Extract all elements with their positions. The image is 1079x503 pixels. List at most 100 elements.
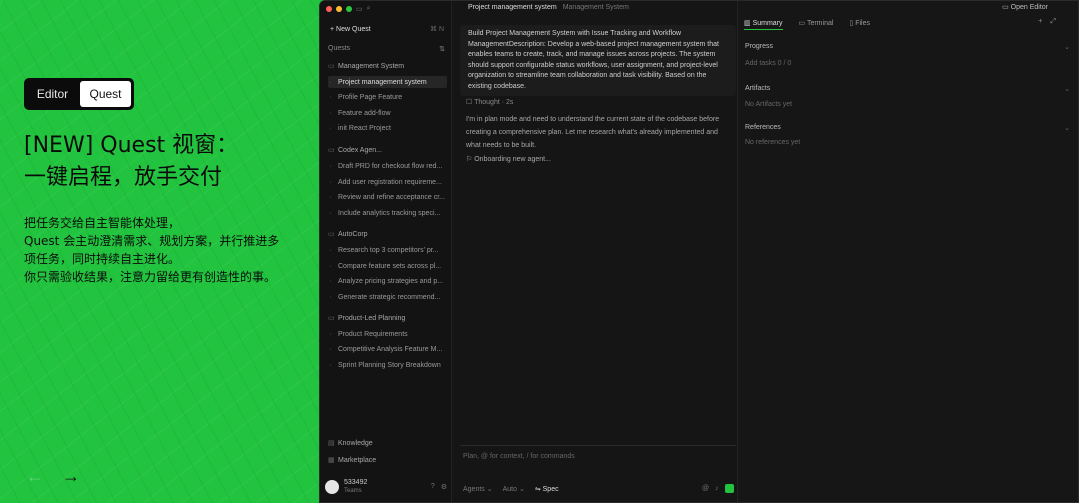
- user-profile[interactable]: 533492 Teams ? ⚙: [325, 477, 447, 497]
- sidebar-item[interactable]: · Project management system: [328, 76, 447, 88]
- sidebar-item[interactable]: · Competitive Analysis Feature M...: [328, 343, 447, 355]
- window-icon: ▭: [1002, 4, 1011, 11]
- sidebar-item-label: AutoCorp: [338, 230, 368, 238]
- mic-icon[interactable]: ♪: [715, 485, 719, 492]
- headline-line-2: 一键启程，放手交付: [24, 165, 223, 190]
- agents-dropdown[interactable]: Agents ⌄: [463, 485, 493, 493]
- sidebar-item[interactable]: · Include analytics tracking speci...: [328, 207, 447, 219]
- attach-icon[interactable]: @: [702, 485, 709, 492]
- model-dropdown[interactable]: Auto ⌄: [503, 485, 525, 493]
- add-tab-icon[interactable]: +: [1038, 18, 1042, 26]
- sidebar-item[interactable]: · Add user registration requireme...: [328, 176, 447, 188]
- sidebar-item[interactable]: · Sprint Planning Story Breakdown: [328, 359, 447, 371]
- onboarding-label: Onboarding new agent...: [474, 156, 551, 163]
- avatar: [325, 480, 339, 494]
- description-line: 把任务交给自主智能体处理，: [24, 216, 181, 230]
- sidebar-item-label: Profile Page Feature: [338, 93, 403, 101]
- zoom-dot-icon[interactable]: [346, 6, 352, 12]
- description-line: 你只需验收结果，注意力留给更有创造性的事。: [24, 270, 277, 284]
- carousel-nav: ← →: [26, 466, 80, 487]
- bullet-icon: ·: [329, 361, 332, 369]
- tab-actions: + ⤢: [1038, 18, 1056, 26]
- sort-icon[interactable]: ⇅: [439, 45, 445, 53]
- minimize-dot-icon[interactable]: [336, 6, 342, 12]
- bullet-icon: ·: [329, 193, 332, 201]
- references-status: No references yet: [745, 139, 801, 146]
- sidebar-item-label: Feature add-flow: [338, 109, 391, 117]
- folder-icon: ▭: [328, 63, 335, 70]
- terminal-icon: ▭: [798, 20, 807, 27]
- editor-toggle-button[interactable]: Editor: [27, 81, 78, 107]
- sidebar-item-label: init React Project: [338, 124, 391, 132]
- artifacts-section[interactable]: Artifacts ⌄: [745, 85, 1070, 93]
- prev-arrow-icon[interactable]: ←: [26, 466, 44, 487]
- chevron-down-icon: ⌄: [1064, 44, 1070, 51]
- sidebar-item[interactable]: · Review and refine acceptance cr...: [328, 191, 447, 203]
- window-controls: ▭ ⌕: [326, 5, 371, 13]
- sidebar-item[interactable]: · Analyze pricing strategies and p...: [328, 275, 447, 287]
- sidebar-item-label: Knowledge: [338, 439, 373, 447]
- sidebar-group[interactable]: ▭ AutoCorp: [328, 228, 447, 240]
- book-icon: ▤: [328, 440, 335, 447]
- details-panel: ▭ Open Editor ▥ Summary ▭ Terminal ▯ Fil…: [737, 1, 1078, 502]
- sidebar-item[interactable]: · Product Requirements: [328, 328, 447, 340]
- new-quest-label: New Quest: [336, 25, 371, 33]
- detail-tabs: ▥ Summary ▭ Terminal ▯ Files: [738, 17, 870, 30]
- sidebar-toggle-icon[interactable]: ▭: [356, 5, 363, 13]
- sidebar-group[interactable]: ▭ Product-Led Planning: [328, 312, 447, 324]
- bullet-icon: ·: [329, 209, 332, 217]
- sidebar-item[interactable]: · Compare feature sets across pl...: [328, 260, 447, 272]
- chevron-down-icon: ⌄: [1064, 125, 1070, 132]
- agent-icon: ⚐: [466, 156, 475, 163]
- sidebar-item[interactable]: · Profile Page Feature: [328, 91, 447, 103]
- sidebar-item[interactable]: · Feature add-flow: [328, 107, 447, 119]
- send-button[interactable]: [724, 484, 734, 493]
- sidebar-item-label: Sprint Planning Story Breakdown: [338, 361, 441, 369]
- settings-icon[interactable]: ⚙: [441, 483, 447, 491]
- spec-toggle[interactable]: ⇋ Spec: [535, 485, 559, 493]
- sidebar-item[interactable]: · init React Project: [328, 122, 447, 134]
- bullet-icon: ·: [329, 277, 332, 285]
- sidebar-item-label: Review and refine acceptance cr...: [338, 193, 446, 201]
- artifacts-status: No Artifacts yet: [745, 101, 793, 108]
- bullet-icon: ·: [329, 109, 332, 117]
- brain-icon: ☐: [466, 99, 475, 106]
- sidebar-item-knowledge[interactable]: ▤ Knowledge: [328, 437, 447, 449]
- quest-title: Project management system: [468, 3, 557, 11]
- bullet-icon: ·: [329, 262, 332, 270]
- sidebar-item[interactable]: · Draft PRD for checkout flow red...: [328, 160, 447, 172]
- open-editor-button[interactable]: ▭ Open Editor: [1002, 3, 1048, 11]
- bullet-icon: ·: [329, 178, 332, 186]
- tab-label: Files: [855, 20, 870, 27]
- next-arrow-icon[interactable]: →: [62, 466, 80, 487]
- sidebar-item-marketplace[interactable]: ▦ Marketplace: [328, 454, 447, 466]
- sidebar-item[interactable]: · Research top 3 competitors' pr...: [328, 244, 447, 256]
- help-icon[interactable]: ?: [431, 483, 435, 491]
- breadcrumb[interactable]: Management System: [563, 4, 629, 11]
- search-icon[interactable]: ⌕: [367, 5, 371, 13]
- sidebar-group[interactable]: ▭ Management System: [328, 60, 447, 72]
- agent-response: I'm in plan mode and need to understand …: [466, 116, 720, 149]
- thought-indicator[interactable]: ☐ Thought · 2s: [466, 98, 513, 106]
- section-title: Artifacts: [745, 85, 771, 92]
- sidebar-item-label: Competitive Analysis Feature M...: [338, 345, 443, 353]
- sidebar-item-label: Include analytics tracking speci...: [338, 209, 441, 217]
- close-dot-icon[interactable]: [326, 6, 332, 12]
- auto-label: Auto: [502, 486, 518, 493]
- tab-files[interactable]: ▯ Files: [849, 17, 870, 30]
- new-quest-shortcut: ⌘ N: [430, 26, 444, 33]
- bullet-icon: ·: [329, 78, 332, 86]
- progress-section[interactable]: Progress ⌄: [745, 43, 1070, 51]
- expand-icon[interactable]: ⤢: [1050, 18, 1056, 26]
- description: 把任务交给自主智能体处理， Quest 会主动澄清需求、规划方案，并行推进多 项…: [24, 214, 314, 286]
- chat-panel: Project management system Management Sys…: [452, 1, 737, 502]
- sidebar-group[interactable]: ▭ Codex Agen...: [328, 144, 447, 156]
- tab-summary[interactable]: ▥ Summary: [744, 17, 783, 30]
- references-section[interactable]: References ⌄: [745, 124, 1070, 132]
- sidebar-item[interactable]: · Generate strategic recommend...: [328, 291, 447, 303]
- tab-terminal[interactable]: ▭ Terminal: [799, 17, 834, 30]
- quest-toggle-button[interactable]: Quest: [80, 81, 131, 107]
- new-quest-button[interactable]: + New Quest ⌘ N: [326, 23, 448, 35]
- description-line: Quest 会主动澄清需求、规划方案，并行推进多: [24, 234, 280, 248]
- description-line: 项任务，同时持续自主进化。: [24, 252, 181, 266]
